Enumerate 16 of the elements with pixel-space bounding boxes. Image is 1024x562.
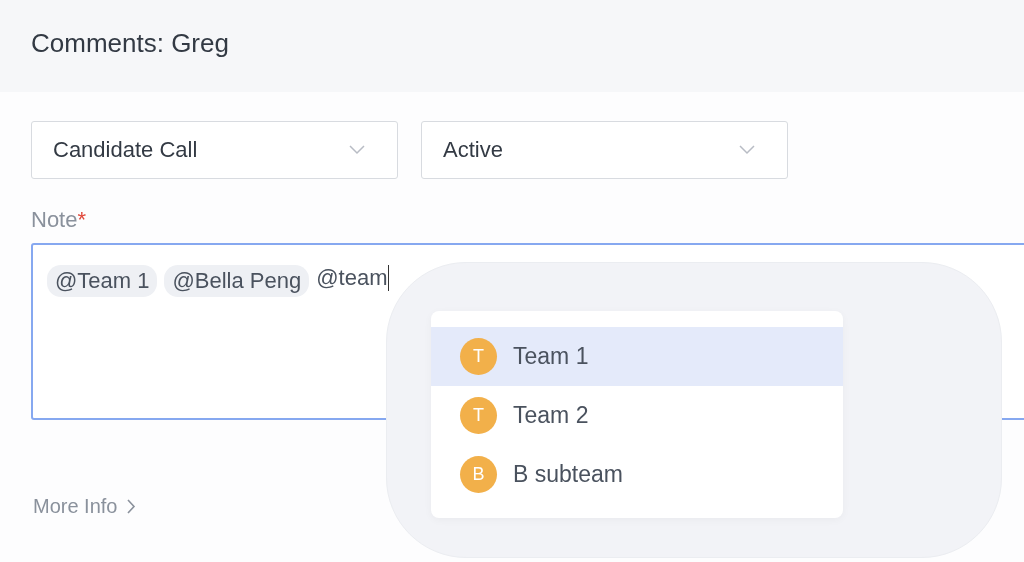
chevron-down-icon — [349, 145, 365, 155]
dialog-title: Comments: Greg — [31, 28, 229, 59]
avatar-icon: T — [460, 397, 497, 434]
menu-item[interactable]: T Team 1 — [431, 327, 843, 386]
menu-item[interactable]: B B subteam — [431, 445, 843, 504]
chevron-right-icon — [127, 499, 137, 514]
avatar-icon: B — [460, 456, 497, 493]
dropdown[interactable]: Candidate Call — [31, 121, 398, 179]
mention-tag: @Bella Peng — [164, 265, 310, 297]
mention-tag: @Team 1 — [47, 265, 158, 297]
avatar-icon: T — [460, 338, 497, 375]
dropdown[interactable]: Active — [421, 121, 788, 179]
typed-text: @team — [316, 265, 390, 291]
menu-item[interactable]: T Team 2 — [431, 386, 843, 445]
chevron-down-icon — [739, 145, 755, 155]
field-label: Note* — [31, 207, 87, 233]
